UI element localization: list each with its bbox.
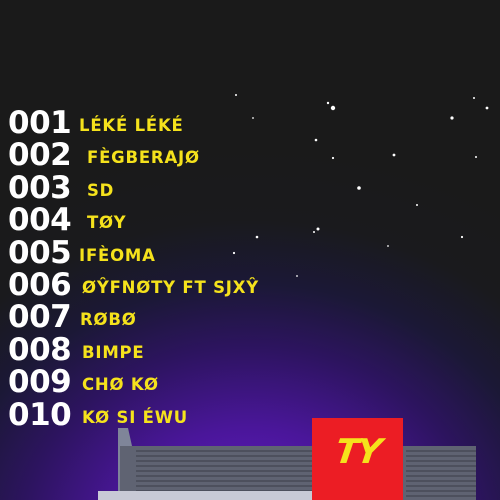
building-right xyxy=(403,446,476,500)
building-left xyxy=(118,428,315,500)
ty-logo: TY xyxy=(332,432,383,472)
ty-sign: TY xyxy=(312,418,403,500)
building-front xyxy=(98,491,313,500)
city-skyline xyxy=(98,428,476,500)
